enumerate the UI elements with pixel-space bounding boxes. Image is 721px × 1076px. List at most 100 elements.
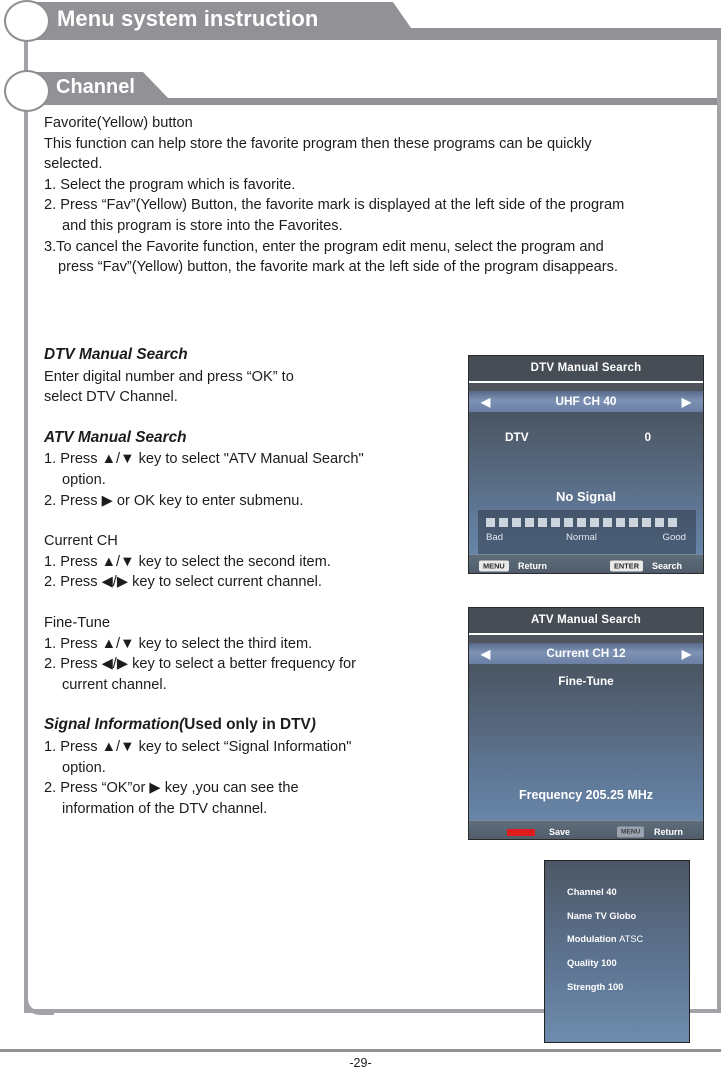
footer-rule <box>0 1049 721 1052</box>
meter-block <box>486 518 495 527</box>
signal-information-heading-bold: Used only in DTV <box>184 716 311 734</box>
signal-information-heading-close: ) <box>310 716 316 734</box>
osd-dtv-title: DTV Manual Search <box>469 356 703 383</box>
bullet-circle-section <box>4 70 50 112</box>
signal-information-heading: Signal Information(Used only in DTV) <box>44 715 464 737</box>
menu-key-icon: MENU <box>617 826 645 838</box>
osd-dtv-spacer-bar <box>469 383 703 391</box>
osd-dtv-meter-label-normal: Normal <box>566 532 597 543</box>
osd-atv-title: ATV Manual Search <box>469 608 703 635</box>
osd-dtv-selected-row-label: UHF CH 40 <box>555 394 617 408</box>
dtv-manual-search-line-2: select DTV Channel. <box>44 389 178 406</box>
osd-atv-footer: Save MENU Return <box>469 820 703 839</box>
meter-block <box>655 518 664 527</box>
osd-dtv-label: DTV <box>505 430 529 444</box>
meter-block <box>512 518 521 527</box>
info-name-value: TV Globo <box>594 911 637 921</box>
meter-block <box>499 518 508 527</box>
intro-line-2: selected. <box>44 156 103 173</box>
sections-column: DTV Manual Search Enter digital number a… <box>44 345 464 819</box>
atv-manual-search-step-1b: option. <box>62 471 106 488</box>
osd-atv-menu-action: Return <box>654 826 683 837</box>
osd-dtv-meter-label-bad: Bad <box>486 532 504 543</box>
osd-dtv-body: DTV 0 No Signal Bad Normal Good <box>469 412 703 554</box>
main-title-banner-extension <box>373 2 721 40</box>
osd-atv-frequency: Frequency 205.25 MHz <box>518 788 654 802</box>
intro-step-2b: and this program is store into the Favor… <box>62 217 343 234</box>
info-channel-label: Channel <box>567 887 604 897</box>
info-channel: Channel 40 <box>567 887 617 897</box>
info-quality-label: Quality <box>567 958 599 968</box>
osd-dtv-enter-action: Search <box>652 560 683 571</box>
info-strength-label: Strength <box>567 982 606 992</box>
osd-dtv-enter-key[interactable]: ENTER <box>610 560 644 572</box>
meter-block <box>668 518 677 527</box>
frame-right-rule <box>717 40 721 1013</box>
intro-step-1: 1. Select the program which is favorite. <box>44 176 296 193</box>
intro-step-2a: 2. Press “Fav”(Yellow) Button, the favor… <box>44 197 625 214</box>
info-name: Name TV Globo <box>567 911 636 921</box>
osd-dtv-meter-blocks <box>486 518 677 527</box>
section-title: Channel <box>56 76 135 98</box>
fine-tune-heading: Fine-Tune <box>44 614 110 631</box>
right-arrow-icon[interactable]: ▶ <box>682 648 691 660</box>
osd-dtv-value: 0 <box>644 430 651 444</box>
meter-block <box>629 518 638 527</box>
atv-manual-search-heading: ATV Manual Search <box>44 428 187 446</box>
right-arrow-icon[interactable]: ▶ <box>682 396 691 408</box>
osd-dtv-footer: MENU Return ENTER Search <box>469 554 703 573</box>
signal-information-step-1a: 1. Press ▲/▼ key to select “Signal Infor… <box>44 738 352 755</box>
osd-atv-menu-key[interactable]: MENU <box>617 826 645 838</box>
meter-block <box>525 518 534 527</box>
info-modulation-value: ATSC <box>619 934 644 944</box>
osd-dtv-menu-key[interactable]: MENU <box>479 560 509 572</box>
meter-block <box>616 518 625 527</box>
info-channel-value: 40 <box>606 887 617 897</box>
menu-key-icon: MENU <box>479 560 509 572</box>
meter-block <box>642 518 651 527</box>
osd-dtv-signal-status: No Signal <box>556 489 616 504</box>
info-quality: Quality 100 <box>567 958 617 968</box>
osd-dtv-manual-search: DTV Manual Search ◀ UHF CH 40 ▶ DTV 0 No… <box>468 355 704 574</box>
signal-information-heading-italic: Signal Information( <box>44 716 185 734</box>
signal-information-step-2b: information of the DTV channel. <box>62 800 268 817</box>
atv-manual-search-step-2: 2. Press ▶ or OK key to enter submenu. <box>44 492 304 509</box>
osd-atv-save-key[interactable] <box>507 827 535 837</box>
current-ch-step-1: 1. Press ▲/▼ key to select the second it… <box>44 553 331 570</box>
info-quality-value: 100 <box>601 958 617 968</box>
info-strength: Strength 100 <box>567 982 623 992</box>
osd-signal-information: Channel 40 Name TV Globo Modulation ATSC… <box>544 860 690 1043</box>
meter-block <box>551 518 560 527</box>
osd-dtv-selected-row[interactable]: ◀ UHF CH 40 ▶ <box>469 391 703 412</box>
meter-block <box>577 518 586 527</box>
meter-block <box>590 518 599 527</box>
osd-dtv-meter-label-good: Good <box>662 532 686 543</box>
osd-atv-selected-row[interactable]: ◀ Current CH 12 ▶ <box>469 643 703 664</box>
dtv-manual-search-line-1: Enter digital number and press “OK” to <box>44 368 294 385</box>
intro-text-block: Favorite(Yellow) button This function ca… <box>44 113 714 278</box>
page-title: Menu system instruction <box>57 6 319 31</box>
osd-atv-save-action: Save <box>549 826 571 837</box>
bullet-circle-top <box>4 0 50 42</box>
osd-atv-manual-search: ATV Manual Search ◀ Current CH 12 ▶ Fine… <box>468 607 704 840</box>
signal-information-step-1b: option. <box>62 759 106 776</box>
meter-block <box>564 518 573 527</box>
red-key-icon <box>507 828 535 836</box>
meter-block <box>538 518 547 527</box>
info-modulation-label: Modulation <box>567 934 617 944</box>
left-arrow-icon[interactable]: ◀ <box>481 648 490 660</box>
page-number: -29- <box>349 1056 372 1070</box>
fine-tune-step-1: 1. Press ▲/▼ key to select the third ite… <box>44 635 313 652</box>
osd-atv-item-fine-tune[interactable]: Fine-Tune <box>469 674 703 688</box>
fine-tune-step-2a: 2. Press ◀/▶ key to select a better freq… <box>44 656 357 673</box>
left-arrow-icon[interactable]: ◀ <box>481 396 490 408</box>
osd-atv-spacer-bar <box>469 635 703 643</box>
info-name-label: Name <box>567 911 593 921</box>
intro-step-3a: 3.To cancel the Favorite function, enter… <box>44 238 604 255</box>
osd-atv-selected-row-label: Current CH 12 <box>546 646 626 660</box>
enter-key-icon: ENTER <box>610 560 644 572</box>
intro-heading: Favorite(Yellow) button <box>44 115 193 131</box>
